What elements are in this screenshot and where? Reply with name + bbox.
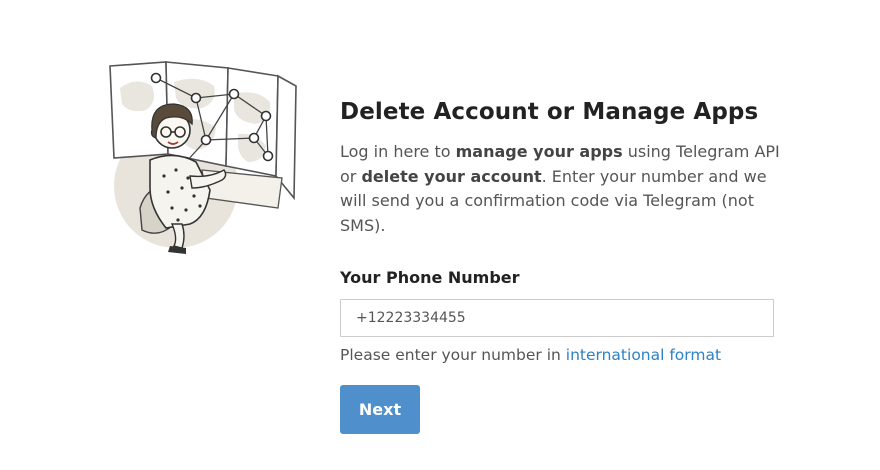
phone-hint-text: Please enter your number in [340, 346, 566, 364]
phone-hint: Please enter your number in internationa… [340, 346, 790, 364]
description-bold-delete-account: delete your account [361, 166, 542, 186]
phone-number-label: Your Phone Number [340, 268, 520, 287]
login-page: Delete Account or Manage Apps Log in her… [0, 0, 880, 470]
phone-number-input[interactable] [340, 299, 774, 337]
description-bold-manage-apps: manage your apps [455, 142, 623, 161]
international-format-link[interactable]: international format [566, 346, 721, 364]
login-form-section: Delete Account or Manage Apps Log in her… [340, 96, 790, 434]
page-description: Log in here to manage your apps using Te… [340, 140, 780, 238]
next-button[interactable]: Next [340, 385, 420, 434]
description-text-1: Log in here to [340, 142, 456, 161]
woman-with-network-map-illustration [106, 58, 302, 258]
page-title: Delete Account or Manage Apps [340, 99, 759, 125]
